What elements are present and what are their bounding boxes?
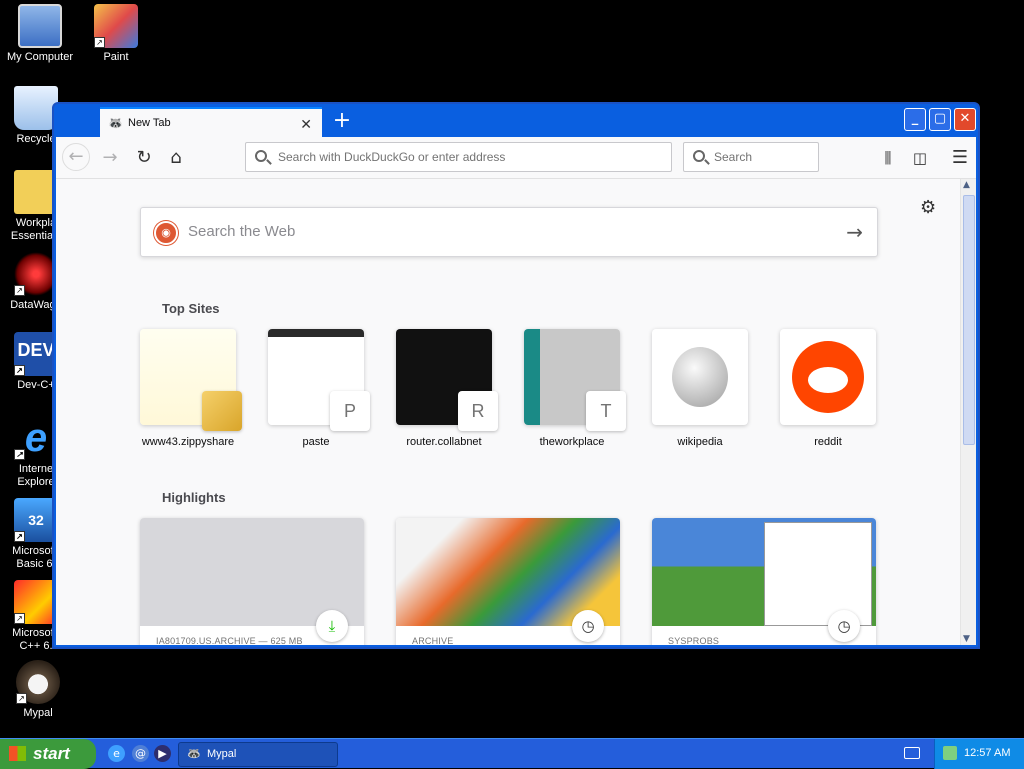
task-label: Mypal: [207, 748, 237, 760]
back-button[interactable]: ←: [62, 143, 90, 171]
site-thumbnail: [780, 329, 876, 425]
clock-icon: ◷: [828, 610, 860, 642]
clock: 12:57 AM: [964, 747, 1011, 759]
top-site-label: paste: [302, 436, 330, 448]
search-icon: [255, 150, 267, 162]
site-thumbnail: T: [524, 329, 626, 431]
site-letter-icon: P: [330, 391, 370, 431]
top-sites-heading: Top Sites: [162, 301, 220, 316]
paint-icon: ↗: [94, 4, 138, 48]
vertical-scrollbar[interactable]: ▲ ▼: [960, 179, 976, 645]
gear-icon[interactable]: ⚙: [920, 197, 936, 218]
forward-button[interactable]: →: [96, 145, 124, 171]
maximize-button[interactable]: ▢: [929, 108, 951, 131]
site-thumbnail: R: [396, 329, 498, 431]
highlight-caption: IA801709.US.ARCHIVE — 625 MB: [156, 636, 303, 645]
keyboard-icon[interactable]: [904, 747, 920, 759]
download-icon: ⤓: [316, 610, 348, 642]
scroll-up-icon[interactable]: ▲: [963, 180, 970, 190]
minimize-button[interactable]: _: [904, 108, 926, 131]
home-button[interactable]: ⌂: [162, 145, 190, 171]
site-letter-icon: T: [586, 391, 626, 431]
desktop: My Computer ↗ Paint Recycle Workpla Esse…: [0, 0, 1024, 738]
reddit-alien-icon: [792, 341, 864, 413]
highlights-heading: Highlights: [162, 490, 226, 505]
taskbar: start e @ ▶ 🦝 Mypal 12:57 AM: [0, 738, 1024, 769]
top-site-theworkplace[interactable]: T theworkplace: [524, 329, 626, 448]
search-icon: [693, 150, 705, 162]
desktop-icon-my-computer[interactable]: My Computer: [0, 4, 80, 64]
mypal-tab-icon: 🦝: [108, 116, 123, 130]
desktop-icon-label: Paint: [103, 51, 129, 63]
top-site-reddit[interactable]: reddit: [780, 329, 876, 448]
desktop-icon-label: Dev-C+: [17, 379, 55, 391]
top-site-label: theworkplace: [539, 436, 605, 448]
scrollbar-thumb[interactable]: [963, 195, 975, 445]
scroll-down-icon[interactable]: ▼: [963, 634, 970, 644]
outlook-express-quicklaunch-icon[interactable]: @: [132, 745, 149, 762]
highlight-card-archive-download[interactable]: ⤓ IA801709.US.ARCHIVE — 625 MB: [140, 518, 364, 645]
desktop-icon-label: Mypal: [23, 707, 53, 719]
tab-new-tab[interactable]: 🦝 New Tab ✕: [100, 107, 322, 137]
address-bar[interactable]: Search with DuckDuckGo or enter address: [245, 142, 672, 172]
close-tab-icon[interactable]: ✕: [300, 116, 312, 133]
network-icon[interactable]: [943, 746, 957, 760]
desktop-icon-mypal[interactable]: ↗ Mypal: [0, 660, 78, 720]
windows-flag-icon: [9, 746, 26, 761]
system-tray: 12:57 AM: [934, 739, 1024, 769]
new-tab-button[interactable]: +: [330, 110, 354, 134]
desktop-icon-paint[interactable]: ↗ Paint: [76, 4, 156, 64]
web-search-placeholder: Search the Web: [188, 223, 296, 240]
start-button[interactable]: start: [0, 739, 96, 769]
desktop-icon-label: Interne Explore: [17, 463, 55, 488]
top-site-paste[interactable]: P paste: [268, 329, 370, 448]
sidebar-icon[interactable]: ◫: [906, 145, 934, 171]
highlight-card-sysprobs[interactable]: ◷ SYSPROBS: [652, 518, 876, 645]
top-site-wikipedia[interactable]: wikipedia: [652, 329, 748, 448]
site-letter-icon: R: [458, 391, 498, 431]
computer-icon: [18, 4, 62, 48]
start-label: start: [33, 744, 70, 763]
site-thumbnail: [652, 329, 748, 425]
top-site-zippyshare[interactable]: www43.zippyshare: [140, 329, 242, 448]
new-tab-page: ⚙ ◉ Search the Web → Top Sites www43.zip…: [56, 179, 976, 645]
top-site-router-collabnet[interactable]: R router.collabnet: [396, 329, 498, 448]
taskbar-button-mypal[interactable]: 🦝 Mypal: [178, 742, 338, 767]
menu-icon[interactable]: ☰: [946, 145, 974, 171]
reload-button[interactable]: ↻: [130, 145, 158, 171]
media-player-quicklaunch-icon[interactable]: ▶: [154, 745, 171, 762]
zippyshare-favicon-icon: [202, 391, 242, 431]
highlight-caption: ARCHIVE: [412, 636, 454, 645]
top-site-label: router.collabnet: [406, 436, 482, 448]
close-window-button[interactable]: ✕: [954, 108, 976, 131]
search-placeholder: Search: [714, 150, 753, 164]
highlight-card-archive[interactable]: ◷ ARCHIVE: [396, 518, 620, 645]
highlight-caption: SYSPROBS: [668, 636, 720, 645]
address-placeholder: Search with DuckDuckGo or enter address: [278, 150, 506, 164]
search-bar[interactable]: Search: [683, 142, 819, 172]
desktop-icon-label: My Computer: [6, 51, 74, 63]
mypal-raccoon-icon: ↗: [16, 660, 60, 704]
tab-strip: 🦝 New Tab ✕ + _ ▢ ✕: [56, 106, 976, 137]
mypal-task-icon: 🦝: [187, 748, 201, 760]
clock-icon: ◷: [572, 610, 604, 642]
browser-window: 🦝 New Tab ✕ + _ ▢ ✕ ← → ↻ ⌂ Search with …: [52, 102, 980, 649]
duckduckgo-icon: ◉: [154, 221, 178, 245]
site-thumbnail: P: [268, 329, 370, 431]
top-site-label: www43.zippyshare: [141, 436, 235, 448]
desktop-icon-label: Recycle: [16, 133, 56, 145]
library-icon[interactable]: ⫼: [874, 145, 902, 171]
search-arrow-icon[interactable]: →: [846, 220, 863, 244]
web-search-box[interactable]: ◉ Search the Web →: [140, 207, 878, 257]
wikipedia-globe-icon: [672, 347, 728, 407]
site-thumbnail: [140, 329, 242, 431]
internet-explorer-quicklaunch-icon[interactable]: e: [108, 745, 125, 762]
tab-title: New Tab: [128, 117, 171, 129]
navigation-toolbar: ← → ↻ ⌂ Search with DuckDuckGo or enter …: [56, 137, 976, 179]
top-site-label: reddit: [814, 436, 842, 448]
top-site-label: wikipedia: [677, 436, 723, 448]
